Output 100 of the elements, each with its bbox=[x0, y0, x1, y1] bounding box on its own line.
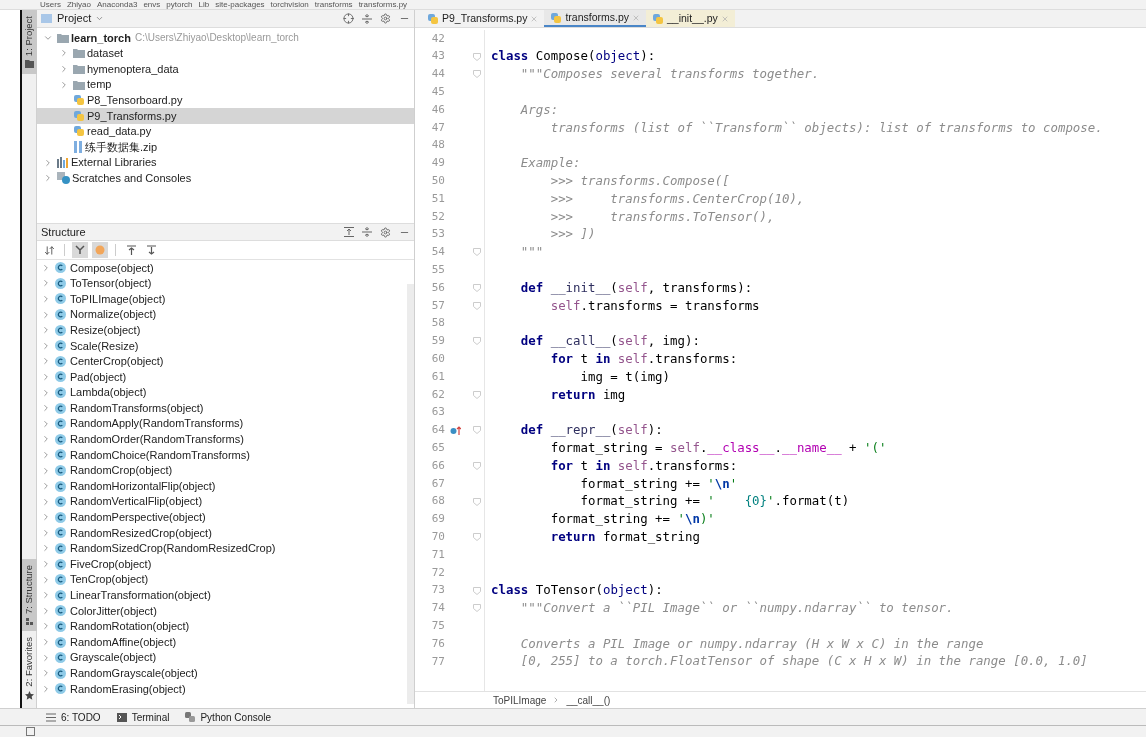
chevron-right-icon[interactable] bbox=[41, 668, 51, 679]
structure-item[interactable]: RandomTransforms(object) bbox=[37, 400, 407, 416]
structure-item[interactable]: TenCrop(object) bbox=[37, 571, 407, 588]
tool-window-button[interactable]: Terminal bbox=[116, 709, 170, 725]
dropdown-icon[interactable] bbox=[95, 14, 105, 23]
fold-icon[interactable] bbox=[473, 586, 481, 595]
tool-window-tab[interactable]: 1: Project bbox=[22, 10, 37, 75]
chevron-right-icon[interactable] bbox=[41, 590, 51, 601]
fold-icon[interactable] bbox=[473, 284, 481, 293]
override-icon[interactable] bbox=[449, 425, 461, 435]
structure-item[interactable]: RandomChoice(RandomTransforms) bbox=[37, 447, 407, 463]
breadcrumb-item[interactable]: __call__() bbox=[566, 692, 611, 708]
breadcrumb-item[interactable]: Zhiyao bbox=[66, 0, 91, 9]
breadcrumb-item[interactable]: transforms.py bbox=[358, 0, 408, 9]
editor-tab[interactable]: transforms.py bbox=[544, 10, 646, 27]
scrollbar[interactable] bbox=[407, 284, 414, 704]
chevron-right-icon[interactable] bbox=[41, 574, 51, 585]
editor-tab[interactable]: __init__.py bbox=[646, 10, 735, 27]
expand-all-icon[interactable] bbox=[344, 227, 354, 237]
chevron-right-icon[interactable] bbox=[41, 325, 51, 336]
chevron-right-icon[interactable] bbox=[41, 449, 51, 460]
chevron-right-icon[interactable] bbox=[41, 309, 51, 320]
chevron-right-icon[interactable] bbox=[43, 157, 53, 168]
structure-item[interactable]: RandomOrder(RandomTransforms) bbox=[37, 431, 407, 448]
close-icon[interactable] bbox=[632, 13, 640, 22]
breadcrumb-item[interactable]: envs bbox=[143, 0, 161, 9]
structure-item[interactable]: RandomGrayscale(object) bbox=[37, 665, 407, 682]
structure-item[interactable]: Normalize(object) bbox=[37, 306, 407, 323]
structure-item[interactable]: RandomCrop(object) bbox=[37, 462, 407, 479]
breadcrumb-item[interactable]: torchvision bbox=[270, 0, 309, 9]
fold-icon[interactable] bbox=[473, 337, 481, 346]
structure-item[interactable]: Pad(object) bbox=[37, 369, 407, 385]
structure-item[interactable]: Scale(Resize) bbox=[37, 337, 407, 354]
fold-icon[interactable] bbox=[473, 248, 481, 257]
funnel-icon[interactable] bbox=[72, 242, 88, 258]
fold-icon[interactable] bbox=[473, 426, 481, 435]
fold-icon[interactable] bbox=[473, 604, 481, 613]
structure-item[interactable]: ToTensor(object) bbox=[37, 275, 407, 292]
chevron-right-icon[interactable] bbox=[41, 605, 51, 616]
dot-icon[interactable] bbox=[92, 242, 108, 258]
breadcrumb-item[interactable]: site-packages bbox=[215, 0, 265, 9]
structure-item[interactable]: ToPILImage(object) bbox=[37, 291, 407, 307]
close-icon[interactable] bbox=[720, 14, 729, 23]
tree-item[interactable]: temp bbox=[37, 76, 414, 93]
project-panel-title[interactable]: Project bbox=[57, 10, 92, 27]
fold-icon[interactable] bbox=[473, 70, 481, 79]
structure-item[interactable]: RandomVerticalFlip(object) bbox=[37, 493, 407, 510]
fold-icon[interactable] bbox=[473, 497, 481, 506]
structure-item[interactable]: FiveCrop(object) bbox=[37, 556, 407, 572]
collapse-icon[interactable] bbox=[362, 13, 372, 24]
tree-item[interactable]: Scratches and Consoles bbox=[37, 170, 414, 186]
tree-item[interactable]: P9_Transforms.py bbox=[37, 107, 414, 124]
chevron-right-icon[interactable] bbox=[41, 559, 51, 570]
structure-item[interactable]: RandomSizedCrop(RandomResizedCrop) bbox=[37, 540, 407, 557]
structure-item[interactable]: Grayscale(object) bbox=[37, 649, 407, 666]
structure-item[interactable]: ColorJitter(object) bbox=[37, 603, 407, 619]
fold-icon[interactable] bbox=[473, 52, 481, 61]
structure-item[interactable]: RandomHorizontalFlip(object) bbox=[37, 478, 407, 494]
chevron-right-icon[interactable] bbox=[41, 683, 51, 694]
tree-item[interactable]: External Libraries bbox=[37, 154, 414, 171]
tree-item[interactable]: dataset bbox=[37, 45, 414, 62]
structure-item[interactable]: RandomAffine(object) bbox=[37, 634, 407, 650]
breadcrumb-item[interactable]: transforms bbox=[314, 0, 353, 9]
structure-item[interactable]: RandomApply(RandomTransforms) bbox=[37, 415, 407, 432]
breadcrumb-item[interactable]: pytorch bbox=[166, 0, 193, 9]
chevron-right-icon[interactable] bbox=[59, 79, 69, 90]
close-icon[interactable] bbox=[530, 14, 539, 23]
fold-icon[interactable] bbox=[473, 533, 481, 542]
collapse-all-icon[interactable] bbox=[362, 227, 372, 237]
editor-tab[interactable]: P9_Transforms.py bbox=[421, 10, 545, 27]
square-icon[interactable] bbox=[26, 727, 35, 736]
chevron-right-icon[interactable] bbox=[41, 403, 51, 414]
breadcrumb-item[interactable]: Anaconda3 bbox=[96, 0, 138, 9]
structure-item[interactable]: RandomPerspective(object) bbox=[37, 509, 407, 526]
tree-item[interactable]: 练手数据集.zip bbox=[37, 139, 414, 155]
chevron-right-icon[interactable] bbox=[41, 465, 51, 476]
tree-item[interactable]: read_data.py bbox=[37, 123, 414, 140]
tree-item[interactable]: hymenoptera_data bbox=[37, 61, 414, 77]
structure-item[interactable]: RandomRotation(object) bbox=[37, 618, 407, 635]
chevron-right-icon[interactable] bbox=[43, 173, 53, 184]
chevron-right-icon[interactable] bbox=[41, 418, 51, 429]
fold-icon[interactable] bbox=[473, 390, 481, 399]
chevron-right-icon[interactable] bbox=[41, 496, 51, 507]
structure-item[interactable]: LinearTransformation(object) bbox=[37, 587, 407, 604]
settings-icon[interactable] bbox=[380, 226, 391, 238]
chevron-right-icon[interactable] bbox=[41, 481, 51, 492]
tree-item[interactable]: learn_torch C:\Users\Zhiyao\Desktop\learn_torch bbox=[37, 30, 414, 46]
structure-item[interactable]: Resize(object) bbox=[37, 322, 407, 338]
chevron-right-icon[interactable] bbox=[41, 371, 51, 382]
fold-icon[interactable] bbox=[473, 301, 481, 310]
tool-window-button[interactable]: 6: TODO bbox=[46, 709, 101, 725]
tool-window-button[interactable]: Python Console bbox=[185, 709, 272, 725]
breadcrumb-item[interactable]: ToPILImage bbox=[493, 692, 547, 708]
chevron-right-icon[interactable] bbox=[41, 527, 51, 538]
chevron-right-icon[interactable] bbox=[41, 262, 51, 273]
chevron-right-icon[interactable] bbox=[59, 64, 69, 74]
structure-item[interactable]: CenterCrop(object) bbox=[37, 353, 407, 370]
chevron-right-icon[interactable] bbox=[41, 387, 51, 398]
breadcrumb-item[interactable]: Users bbox=[40, 0, 61, 9]
tool-window-tab[interactable]: 7: Structure bbox=[22, 559, 37, 632]
